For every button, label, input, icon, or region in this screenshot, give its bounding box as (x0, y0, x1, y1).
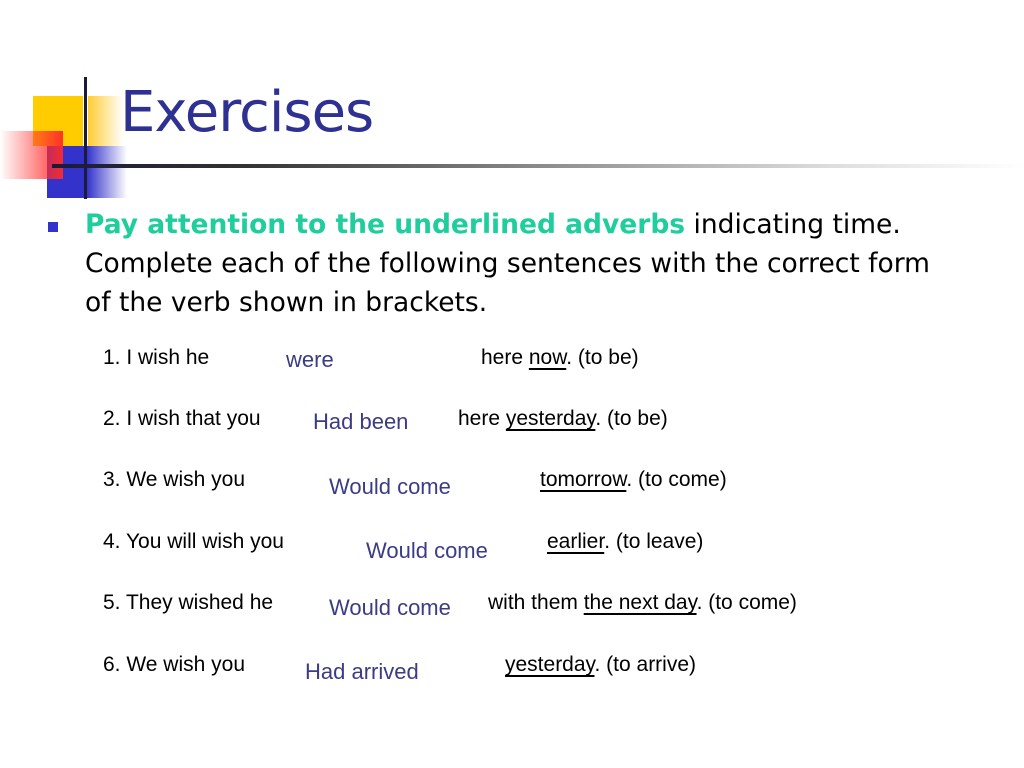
slide-title: Exercises (120, 80, 374, 145)
exercise-answer: Would come (366, 538, 488, 563)
instruction-line3: of the verb shown in brackets. (85, 287, 488, 318)
instruction-highlight: Pay attention to the underlined adverbs (85, 209, 686, 240)
blue-fade-decoration (87, 146, 127, 198)
instruction-line2: Complete each of the following sentences… (85, 248, 930, 279)
exercise-answer: Would come (329, 595, 451, 620)
underlined-adverb: yesterday (505, 407, 596, 430)
instruction-line1-rest: indicating time. (685, 209, 901, 240)
exercise-suffix: . (to be) (595, 407, 668, 430)
exercise-suffix: . (to come) (696, 591, 797, 614)
exercise-tail: tomorrow. (to come) (540, 468, 727, 492)
exercise-tail: yesterday. (to arrive) (505, 653, 696, 677)
exercise-answer: were (286, 347, 334, 372)
exercise-answer: Would come (329, 474, 451, 499)
exercise-mid: here (458, 407, 506, 430)
exercise-suffix: . (to leave) (604, 530, 704, 553)
exercise-suffix: . (to arrive) (594, 653, 697, 676)
exercise-prefix: 1. I wish he (103, 346, 210, 369)
exercise-answer: Had arrived (305, 659, 419, 684)
underlined-adverb: earlier (547, 530, 605, 553)
exercise-answer: Had been (313, 409, 409, 434)
exercise-mid: here (481, 346, 529, 369)
exercise-tail: here yesterday. (to be) (458, 407, 668, 431)
exercise-tail: with them the next day. (to come) (488, 591, 797, 615)
vertical-rule (84, 77, 87, 199)
underlined-adverb: tomorrow (540, 468, 627, 491)
exercise-prefix: 6. We wish you (103, 653, 246, 676)
red-fade-decoration (0, 131, 63, 179)
instruction-text: Pay attention to the underlined adverbs … (85, 205, 985, 322)
exercise-prefix: 5. They wished he (103, 591, 274, 614)
underlined-adverb: the next day (583, 591, 697, 614)
exercise-prefix: 3. We wish you (103, 468, 246, 491)
exercise-suffix: . (to be) (566, 346, 639, 369)
bullet-square-icon (48, 222, 58, 232)
exercise-prefix: 4. You will wish you (103, 530, 284, 553)
yellow-fade-decoration (88, 96, 123, 146)
exercise-suffix: . (to come) (626, 468, 727, 491)
underlined-adverb: yesterday (505, 653, 595, 676)
exercise-mid: with them (488, 591, 584, 614)
title-underline-rule (52, 164, 1024, 168)
exercise-tail: here now. (to be) (481, 346, 639, 370)
exercise-prefix: 2. I wish that you (103, 407, 261, 430)
exercise-tail: earlier. (to leave) (547, 530, 703, 554)
underlined-adverb: now (528, 346, 567, 369)
